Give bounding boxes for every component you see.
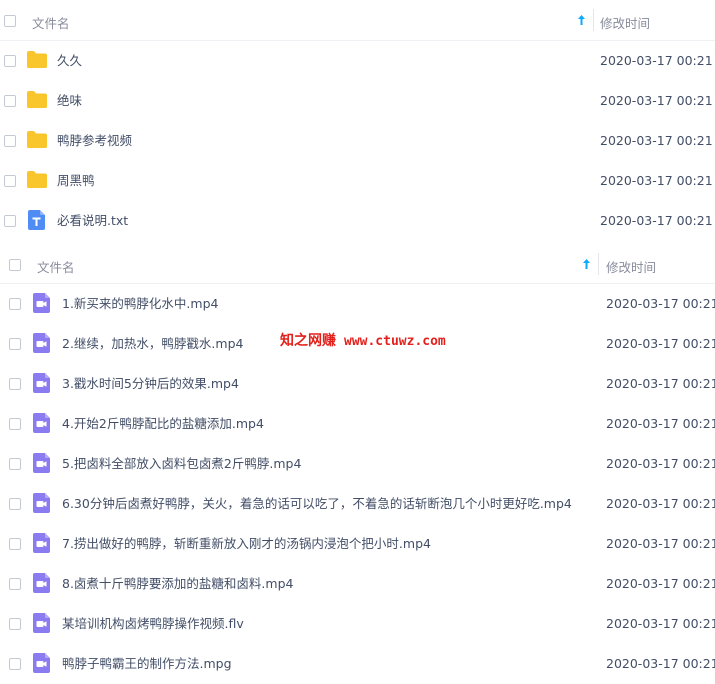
modified-time: 2020-03-17 00:21 xyxy=(606,536,715,551)
video-file-icon xyxy=(33,613,50,636)
file-name-link[interactable]: 7.捞出做好的鸭脖，斩断重新放入刚才的汤锅内浸泡个把小时.mp4 xyxy=(62,524,431,564)
row-checkbox[interactable] xyxy=(9,338,21,350)
video-file-icon xyxy=(33,413,50,436)
row-checkbox[interactable] xyxy=(4,55,16,67)
row-checkbox[interactable] xyxy=(9,498,21,510)
watermark: 知之网赚 www.ctuwz.com xyxy=(280,330,446,350)
column-header-name[interactable]: 文件名 xyxy=(37,257,75,276)
modified-time: 2020-03-17 00:21 xyxy=(600,173,713,188)
file-name-link[interactable]: 必看说明.txt xyxy=(57,201,128,241)
row-checkbox[interactable] xyxy=(9,538,21,550)
file-name-link[interactable]: 4.开始2斤鸭脖配比的盐糖添加.mp4 xyxy=(62,404,264,444)
folder-icon xyxy=(27,131,47,151)
text-file-icon xyxy=(28,210,45,233)
video-file-icon xyxy=(33,293,50,316)
select-all-checkbox[interactable] xyxy=(4,15,16,27)
file-name-link[interactable]: 某培训机构卤烤鸭脖操作视频.flv xyxy=(62,604,244,644)
sort-ascending-icon[interactable] xyxy=(577,14,586,26)
row-checkbox[interactable] xyxy=(9,298,21,310)
modified-time: 2020-03-17 00:21 xyxy=(606,336,715,351)
modified-time: 2020-03-17 00:21 xyxy=(600,53,713,68)
file-name-link[interactable]: 5.把卤料全部放入卤料包卤煮2斤鸭脖.mp4 xyxy=(62,444,301,484)
file-row[interactable]: 4.开始2斤鸭脖配比的盐糖添加.mp4 2020-03-17 00:21 xyxy=(0,404,715,444)
video-file-icon xyxy=(33,493,50,516)
folder-row[interactable]: 绝味 2020-03-17 00:21 xyxy=(0,81,715,121)
row-checkbox[interactable] xyxy=(9,378,21,390)
file-name-link[interactable]: 鸭脖参考视频 xyxy=(57,121,132,161)
file-name-link[interactable]: 1.新买来的鸭脖化水中.mp4 xyxy=(62,284,218,324)
file-row[interactable]: 1.新买来的鸭脖化水中.mp4 2020-03-17 00:21 xyxy=(0,284,715,324)
watermark-text: 知之网赚 xyxy=(280,333,336,349)
row-checkbox[interactable] xyxy=(4,215,16,227)
file-name-link[interactable]: 3.戳水时间5分钟后的效果.mp4 xyxy=(62,364,239,404)
select-all-checkbox[interactable] xyxy=(9,259,21,271)
modified-time: 2020-03-17 00:21 xyxy=(606,656,715,671)
modified-time: 2020-03-17 00:21 xyxy=(600,133,713,148)
file-name-link[interactable]: 久久 xyxy=(57,41,82,81)
row-checkbox[interactable] xyxy=(4,95,16,107)
file-list-header: 文件名 修改时间 xyxy=(0,0,715,41)
file-row[interactable]: 7.捞出做好的鸭脖，斩断重新放入刚才的汤锅内浸泡个把小时.mp4 2020-03-… xyxy=(0,524,715,564)
file-row[interactable]: 必看说明.txt 2020-03-17 00:21 xyxy=(0,201,715,241)
modified-time: 2020-03-17 00:21 xyxy=(606,456,715,471)
modified-time: 2020-03-17 00:21 xyxy=(606,376,715,391)
modified-time: 2020-03-17 00:21 xyxy=(600,93,713,108)
modified-time: 2020-03-17 00:21 xyxy=(606,296,715,311)
modified-time: 2020-03-17 00:21 xyxy=(600,213,713,228)
column-header-name[interactable]: 文件名 xyxy=(32,13,70,32)
modified-time: 2020-03-17 00:21 xyxy=(606,496,715,511)
folder-row[interactable]: 鸭脖参考视频 2020-03-17 00:21 xyxy=(0,121,715,161)
folder-icon xyxy=(27,171,47,191)
file-row[interactable]: 5.把卤料全部放入卤料包卤煮2斤鸭脖.mp4 2020-03-17 00:21 xyxy=(0,444,715,484)
file-name-link[interactable]: 鸭脖子鸭霸王的制作方法.mpg xyxy=(62,644,232,684)
modified-time: 2020-03-17 00:21 xyxy=(606,416,715,431)
file-list-header: 文件名 修改时间 xyxy=(0,243,715,284)
file-name-link[interactable]: 6.30分钟后卤煮好鸭脖，关火，着急的话可以吃了，不着急的话斩断泡几个小时更好吃… xyxy=(62,484,572,524)
file-name-link[interactable]: 2.继续，加热水，鸭脖戳水.mp4 xyxy=(62,324,243,364)
file-row[interactable]: 3.戳水时间5分钟后的效果.mp4 2020-03-17 00:21 xyxy=(0,364,715,404)
row-checkbox[interactable] xyxy=(9,578,21,590)
video-file-icon xyxy=(33,333,50,356)
video-file-icon xyxy=(33,373,50,396)
video-file-icon xyxy=(33,653,50,676)
watermark-url: www.ctuwz.com xyxy=(344,334,446,349)
video-file-icon xyxy=(33,533,50,556)
row-checkbox[interactable] xyxy=(9,458,21,470)
video-file-icon xyxy=(33,453,50,476)
file-row[interactable]: 鸭脖子鸭霸王的制作方法.mpg 2020-03-17 00:21 xyxy=(0,644,715,684)
column-divider[interactable] xyxy=(593,9,594,31)
folder-row[interactable]: 周黑鸭 2020-03-17 00:21 xyxy=(0,161,715,201)
folder-row[interactable]: 久久 2020-03-17 00:21 xyxy=(0,41,715,81)
file-list-panel-1: 文件名 修改时间 久久 2020-03-17 00:21 绝味 2020-03-17 … xyxy=(0,0,715,241)
folder-icon xyxy=(27,91,47,111)
column-header-modified[interactable]: 修改时间 xyxy=(600,13,650,32)
row-checkbox[interactable] xyxy=(4,175,16,187)
modified-time: 2020-03-17 00:21 xyxy=(606,616,715,631)
column-header-modified[interactable]: 修改时间 xyxy=(606,257,656,276)
row-checkbox[interactable] xyxy=(9,658,21,670)
file-name-link[interactable]: 绝味 xyxy=(57,81,82,121)
row-checkbox[interactable] xyxy=(9,418,21,430)
file-row[interactable]: 6.30分钟后卤煮好鸭脖，关火，着急的话可以吃了，不着急的话斩断泡几个小时更好吃… xyxy=(0,484,715,524)
video-file-icon xyxy=(33,573,50,596)
folder-icon xyxy=(27,51,47,71)
sort-ascending-icon[interactable] xyxy=(582,258,591,270)
file-name-link[interactable]: 8.卤煮十斤鸭脖要添加的盐糖和卤料.mp4 xyxy=(62,564,293,604)
file-name-link[interactable]: 周黑鸭 xyxy=(57,161,95,201)
row-checkbox[interactable] xyxy=(4,135,16,147)
file-row[interactable]: 8.卤煮十斤鸭脖要添加的盐糖和卤料.mp4 2020-03-17 00:21 xyxy=(0,564,715,604)
modified-time: 2020-03-17 00:21 xyxy=(606,576,715,591)
column-divider[interactable] xyxy=(598,253,599,275)
row-checkbox[interactable] xyxy=(9,618,21,630)
file-list-panel-2: 文件名 修改时间 1.新买来的鸭脖化水中.mp4 2020-03-17 00:21… xyxy=(0,243,715,684)
file-row[interactable]: 某培训机构卤烤鸭脖操作视频.flv 2020-03-17 00:21 xyxy=(0,604,715,644)
